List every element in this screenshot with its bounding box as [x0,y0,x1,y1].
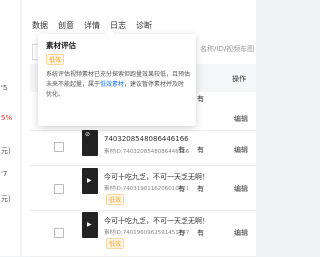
tab-details[interactable]: 详情 [84,20,100,31]
ops-column-header: 操作 [232,75,246,83]
row-status: 有 [178,146,185,154]
video-thumbnail[interactable]: ▶ [82,212,98,238]
tab-log[interactable]: 日志 [110,20,126,31]
edit-link[interactable]: 编辑 [234,184,248,194]
edit-link[interactable]: 编辑 [234,114,248,124]
row-status: 有 [178,185,185,193]
low-efficiency-badge: 低效 [46,54,65,65]
material-id: 素材ID:7401960962591451747 [104,230,190,236]
material-title: 今可十吃九乏，不可一天乏无啊！ [104,173,209,181]
tab-diagnosis[interactable]: 诊断 [136,20,152,31]
material-title: 74032085480864461​66 [104,135,189,143]
row-status: 有 [197,95,204,103]
material-id: 素材ID:7403208548086446166 [104,149,190,155]
tooltip-body: 系统评估视频素材已充分探索但跑量效果较低，且预估未来不能起量，属于低效素材，建议… [46,70,190,100]
stat-percent: 5% [1,114,13,122]
row-status: 有 [197,185,204,193]
tab-bar: 数据 创意 详情 日志 诊断 [32,20,152,31]
row-checkbox[interactable] [54,184,64,194]
play-icon: ▶ [87,177,92,184]
low-efficiency-badge: 低效 [106,194,125,205]
edit-link[interactable]: 编辑 [234,228,248,238]
row-checkbox[interactable] [54,228,64,238]
play-icon: ▶ [87,221,92,228]
material-evaluation-tooltip: 素材评估 低效 系统评估视频素材已充分探索但跑量效果较低，且预估未来不能起量，属… [38,28,196,126]
video-thumbnail[interactable]: ⊘ [82,130,98,156]
video-thumbnail[interactable]: ▶ [82,168,98,194]
tooltip-title: 素材评估 [46,41,76,50]
stat-unit: 元) [1,195,11,203]
stat-value: '7 [1,170,8,178]
search-input[interactable]: 名称/ID/视频车图 [200,44,254,54]
material-id: 素材ID:7403198116206010421 [104,186,190,192]
row-status: 有 [197,146,204,154]
low-efficiency-badge: 低效 [106,238,125,249]
row-checkbox[interactable] [54,142,64,152]
material-title: 今可十吃九乏，不可一天乏无啊！ [104,217,209,225]
left-stats-strip: '5 5% 元) '7 元) [0,0,20,256]
low-efficiency-link[interactable]: 低效素材 [100,81,124,88]
row-status: 有 [178,229,185,237]
tab-data[interactable]: 数据 [32,20,48,31]
tab-creative[interactable]: 创意 [58,20,74,31]
stat-value: '5 [1,84,8,92]
mute-icon: ⊘ [85,131,91,138]
edit-link[interactable]: 编辑 [234,145,248,155]
stat-unit: 元) [1,147,11,155]
row-status: 有 [197,229,204,237]
